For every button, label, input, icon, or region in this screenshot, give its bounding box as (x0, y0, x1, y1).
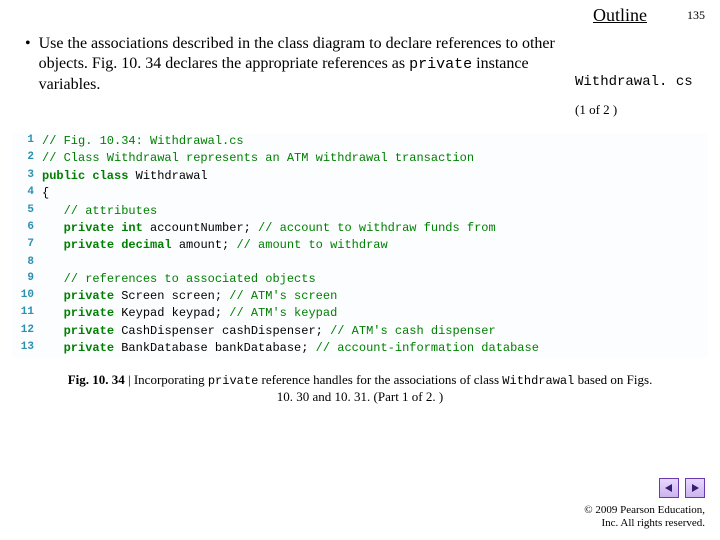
comment: // ATM's screen (229, 289, 337, 303)
code-content: // attributes (42, 203, 157, 220)
identifier: Keypad keypad; (114, 306, 229, 320)
code-content: // references to associated objects (42, 271, 316, 288)
code-line: 11 private Keypad keypad; // ATM's keypa… (12, 305, 708, 322)
comment: // attributes (64, 204, 158, 218)
code-line: 12 private CashDispenser cashDispenser; … (12, 323, 708, 340)
bullet-code-word: private (409, 56, 472, 73)
aside-filename: Withdrawal. cs (575, 74, 705, 90)
identifier: amount; (172, 238, 237, 252)
code-content: // Fig. 10.34: Withdrawal.cs (42, 133, 244, 150)
code-line: 3 public class Withdrawal (12, 168, 708, 185)
code-content: private CashDispenser cashDispenser; // … (42, 323, 496, 340)
code-content: { (42, 185, 49, 202)
comment: // account-information database (316, 341, 539, 355)
identifier: BankDatabase bankDatabase; (114, 341, 316, 355)
line-number: 5 (12, 203, 34, 220)
comment: // ATM's keypad (229, 306, 337, 320)
caption-sep: | Incorporating (125, 372, 208, 387)
next-button[interactable] (685, 478, 705, 498)
line-number: 2 (12, 150, 34, 167)
identifier (42, 306, 64, 320)
code-content: private Keypad keypad; // ATM's keypad (42, 305, 337, 322)
identifier (42, 289, 64, 303)
line-number: 6 (12, 220, 34, 237)
comment: // account to withdraw funds from (258, 221, 496, 235)
keyword: private (64, 306, 114, 320)
line-number: 4 (12, 185, 34, 202)
bullet-column: • Use the associations described in the … (25, 34, 575, 118)
line-number: 7 (12, 237, 34, 254)
keyword: private decimal (64, 238, 172, 252)
nav-arrows (584, 478, 705, 498)
bullet-dot: • (25, 34, 31, 95)
identifier: { (42, 186, 49, 200)
code-content: private Screen screen; // ATM's screen (42, 288, 337, 305)
caption-kw1: private (208, 374, 258, 388)
identifier (42, 238, 64, 252)
line-number: 11 (12, 305, 34, 322)
code-content: public class Withdrawal (42, 168, 208, 185)
identifier (42, 324, 64, 338)
line-number: 13 (12, 340, 34, 357)
aside-part: (1 of 2 ) (575, 102, 705, 118)
caption-kw2: Withdrawal (502, 374, 574, 388)
keyword: private (64, 324, 114, 338)
code-line: 1 // Fig. 10.34: Withdrawal.cs (12, 133, 708, 150)
keyword: private int (64, 221, 143, 235)
line-number: 9 (12, 271, 34, 288)
comment: // amount to withdraw (236, 238, 387, 252)
code-content: private int accountNumber; // account to… (42, 220, 496, 237)
bullet-text: Use the associations described in the cl… (39, 34, 560, 95)
header: Outline 135 (0, 0, 720, 26)
identifier (42, 341, 64, 355)
comment: // ATM's cash dispenser (330, 324, 496, 338)
keyword: private (64, 341, 114, 355)
code-line: 13 private BankDatabase bankDatabase; //… (12, 340, 708, 357)
code-line: 7 private decimal amount; // amount to w… (12, 237, 708, 254)
caption-lead: Fig. 10. 34 (68, 372, 125, 387)
identifier: CashDispenser cashDispenser; (114, 324, 330, 338)
prev-button[interactable] (659, 478, 679, 498)
aside: Withdrawal. cs (1 of 2 ) (575, 34, 705, 118)
bullet-item: • Use the associations described in the … (25, 34, 560, 95)
code-line: 10 private Screen screen; // ATM's scree… (12, 288, 708, 305)
code-line: 2 // Class Withdrawal represents an ATM w… (12, 150, 708, 167)
comment: // Fig. 10.34: Withdrawal.cs (42, 134, 244, 148)
copyright-line-2: Inc. All rights reserved. (584, 517, 705, 530)
line-number: 8 (12, 255, 34, 271)
copyright-line-1: © 2009 Pearson Education, (584, 504, 705, 517)
line-number: 10 (12, 288, 34, 305)
figure-caption: Fig. 10. 34 | Incorporating private refe… (60, 372, 660, 406)
identifier (42, 204, 64, 218)
identifier (42, 272, 64, 286)
page-number: 135 (687, 8, 705, 23)
code-line: 8 (12, 255, 708, 271)
code-content: private decimal amount; // amount to wit… (42, 237, 388, 254)
code-line: 4{ (12, 185, 708, 202)
caption-mid: reference handles for the associations o… (258, 372, 502, 387)
code-line: 6 private int accountNumber; // account … (12, 220, 708, 237)
code-line: 9 // references to associated objects (12, 271, 708, 288)
code-listing: 1 // Fig. 10.34: Withdrawal.cs 2 // Class W… (12, 133, 708, 358)
main-content: • Use the associations described in the … (0, 26, 720, 118)
identifier: Screen screen; (114, 289, 229, 303)
outline-title: Outline (593, 5, 647, 26)
code-content: private BankDatabase bankDatabase; // ac… (42, 340, 539, 357)
identifier: accountNumber; (143, 221, 258, 235)
comment: // references to associated objects (64, 272, 316, 286)
triangle-right-icon (690, 483, 700, 493)
triangle-left-icon (664, 483, 674, 493)
code-content: // Class Withdrawal represents an ATM wi… (42, 150, 474, 167)
line-number: 1 (12, 133, 34, 150)
keyword: private (64, 289, 114, 303)
keyword: public class (42, 169, 128, 183)
footer: © 2009 Pearson Education, Inc. All right… (584, 478, 705, 530)
comment: // Class Withdrawal represents an ATM wi… (42, 151, 474, 165)
code-line: 5 // attributes (12, 203, 708, 220)
identifier (42, 221, 64, 235)
line-number: 3 (12, 168, 34, 185)
identifier: Withdrawal (128, 169, 207, 183)
line-number: 12 (12, 323, 34, 340)
